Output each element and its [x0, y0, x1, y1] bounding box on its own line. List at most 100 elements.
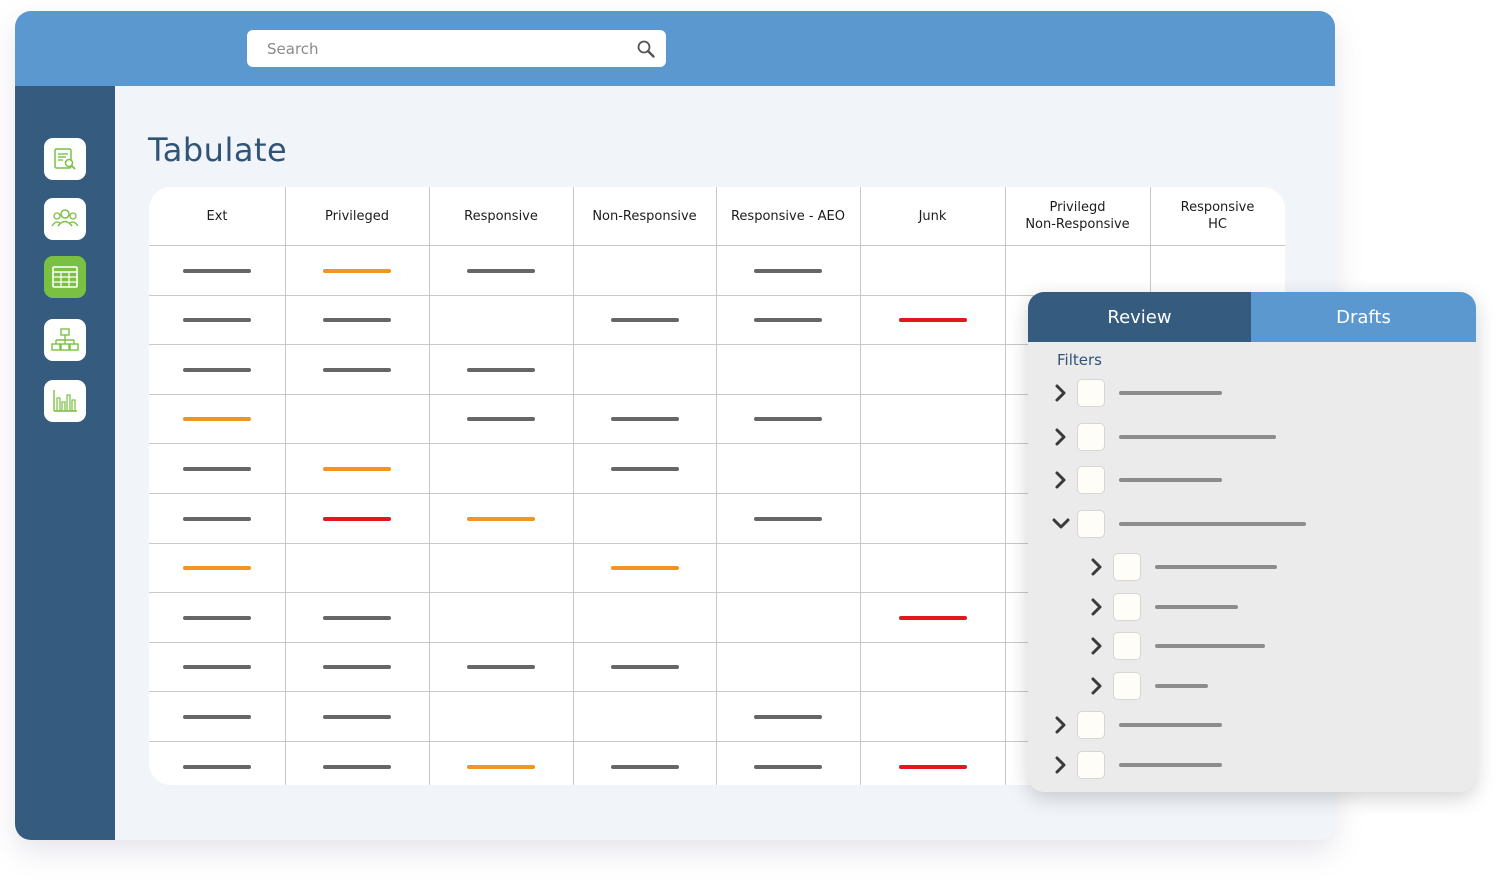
table-icon: [52, 266, 78, 288]
filter-checkbox[interactable]: [1077, 510, 1105, 538]
table-cell[interactable]: [149, 494, 285, 543]
table-cell[interactable]: [285, 494, 429, 543]
column-divider: [860, 187, 861, 785]
table-cell[interactable]: [860, 593, 1005, 642]
table-cell[interactable]: [716, 296, 860, 345]
column-header-responsive[interactable]: Responsive: [429, 187, 573, 245]
table-cell[interactable]: [285, 444, 429, 493]
table-cell[interactable]: [285, 345, 429, 394]
table-cell[interactable]: [149, 544, 285, 593]
filter-item[interactable]: [1028, 750, 1476, 780]
filter-checkbox[interactable]: [1113, 672, 1141, 700]
chevron-down-icon[interactable]: [1051, 514, 1071, 534]
chevron-right-icon[interactable]: [1087, 557, 1107, 577]
table-cell[interactable]: [149, 444, 285, 493]
filter-item[interactable]: [1028, 465, 1476, 495]
table-cell[interactable]: [149, 296, 285, 345]
placeholder-bar-orange: [467, 516, 535, 521]
sidebar-item-users[interactable]: [44, 198, 86, 240]
sidebar-item-hierarchy[interactable]: [44, 319, 86, 361]
document-search-icon: [54, 148, 76, 170]
table-cell[interactable]: [285, 692, 429, 741]
filter-checkbox[interactable]: [1077, 379, 1105, 407]
chevron-right-icon[interactable]: [1051, 470, 1071, 490]
hierarchy-icon: [51, 328, 79, 351]
table-cell[interactable]: [149, 643, 285, 692]
filter-subitem[interactable]: [1028, 631, 1476, 661]
table-cell[interactable]: [285, 643, 429, 692]
filter-checkbox[interactable]: [1113, 593, 1141, 621]
filter-checkbox[interactable]: [1077, 423, 1105, 451]
table-cell[interactable]: [573, 296, 716, 345]
search-icon[interactable]: [636, 39, 656, 59]
filter-checkbox[interactable]: [1077, 466, 1105, 494]
table-cell[interactable]: [716, 692, 860, 741]
table-cell[interactable]: [285, 742, 429, 785]
column-header-ext[interactable]: Ext: [149, 187, 285, 245]
chevron-right-icon[interactable]: [1087, 597, 1107, 617]
filter-item[interactable]: [1028, 710, 1476, 740]
column-header-responsive-hc[interactable]: Responsive HC: [1150, 187, 1285, 245]
table-cell[interactable]: [716, 494, 860, 543]
chevron-right-icon[interactable]: [1051, 427, 1071, 447]
table-cell[interactable]: [716, 742, 860, 785]
table-cell[interactable]: [429, 494, 573, 543]
search-input[interactable]: [247, 30, 627, 67]
table-cell[interactable]: [149, 395, 285, 444]
filter-checkbox[interactable]: [1113, 632, 1141, 660]
filter-item[interactable]: [1028, 422, 1476, 452]
column-header-text: Privilegd: [1049, 200, 1106, 215]
top-bar: [15, 11, 1335, 86]
column-header-responsive-aeo[interactable]: Responsive - AEO: [716, 187, 860, 245]
filter-checkbox[interactable]: [1077, 751, 1105, 779]
search-box[interactable]: [247, 30, 666, 67]
table-cell[interactable]: [429, 246, 573, 295]
table-cell[interactable]: [285, 593, 429, 642]
filter-label-placeholder: [1119, 478, 1222, 482]
column-header-non-responsive[interactable]: Non-Responsive: [573, 187, 716, 245]
table-cell[interactable]: [149, 742, 285, 785]
table-cell[interactable]: [716, 395, 860, 444]
chevron-right-icon[interactable]: [1087, 636, 1107, 656]
table-cell[interactable]: [573, 444, 716, 493]
table-cell[interactable]: [429, 395, 573, 444]
chevron-right-icon[interactable]: [1051, 383, 1071, 403]
chevron-right-icon[interactable]: [1051, 715, 1071, 735]
filter-checkbox[interactable]: [1113, 553, 1141, 581]
table-cell[interactable]: [285, 296, 429, 345]
chevron-right-icon[interactable]: [1087, 676, 1107, 696]
table-cell[interactable]: [573, 544, 716, 593]
sidebar-item-document-search[interactable]: [44, 138, 86, 180]
tab-drafts[interactable]: Drafts: [1251, 292, 1476, 342]
filter-label-placeholder: [1119, 435, 1276, 439]
column-header-privilegd-non-responsive[interactable]: Privilegd Non-Responsive: [1005, 187, 1150, 245]
tab-review[interactable]: Review: [1028, 292, 1251, 342]
filter-subitem[interactable]: [1028, 552, 1476, 582]
filter-item[interactable]: [1028, 378, 1476, 408]
table-cell[interactable]: [573, 742, 716, 785]
table-cell[interactable]: [149, 593, 285, 642]
table-cell[interactable]: [149, 246, 285, 295]
filter-checkbox[interactable]: [1077, 711, 1105, 739]
table-cell[interactable]: [429, 742, 573, 785]
table-cell[interactable]: [285, 246, 429, 295]
placeholder-bar-gray: [467, 417, 535, 422]
table-cell[interactable]: [860, 296, 1005, 345]
table-cell[interactable]: [860, 742, 1005, 785]
table-cell[interactable]: [429, 643, 573, 692]
table-cell[interactable]: [573, 643, 716, 692]
table-cell[interactable]: [573, 395, 716, 444]
sidebar-item-analytics[interactable]: [44, 380, 86, 422]
column-header-junk[interactable]: Junk: [860, 187, 1005, 245]
filter-subitem[interactable]: [1028, 592, 1476, 622]
table-cell[interactable]: [716, 246, 860, 295]
table-cell[interactable]: [149, 345, 285, 394]
column-header-privileged[interactable]: Privileged: [285, 187, 429, 245]
filter-subitem[interactable]: [1028, 671, 1476, 701]
sidebar-item-tabulate[interactable]: [44, 256, 86, 298]
table-cell[interactable]: [149, 692, 285, 741]
column-header-text: Ext: [206, 208, 228, 224]
filter-item[interactable]: [1028, 509, 1476, 539]
table-cell[interactable]: [429, 345, 573, 394]
chevron-right-icon[interactable]: [1051, 755, 1071, 775]
